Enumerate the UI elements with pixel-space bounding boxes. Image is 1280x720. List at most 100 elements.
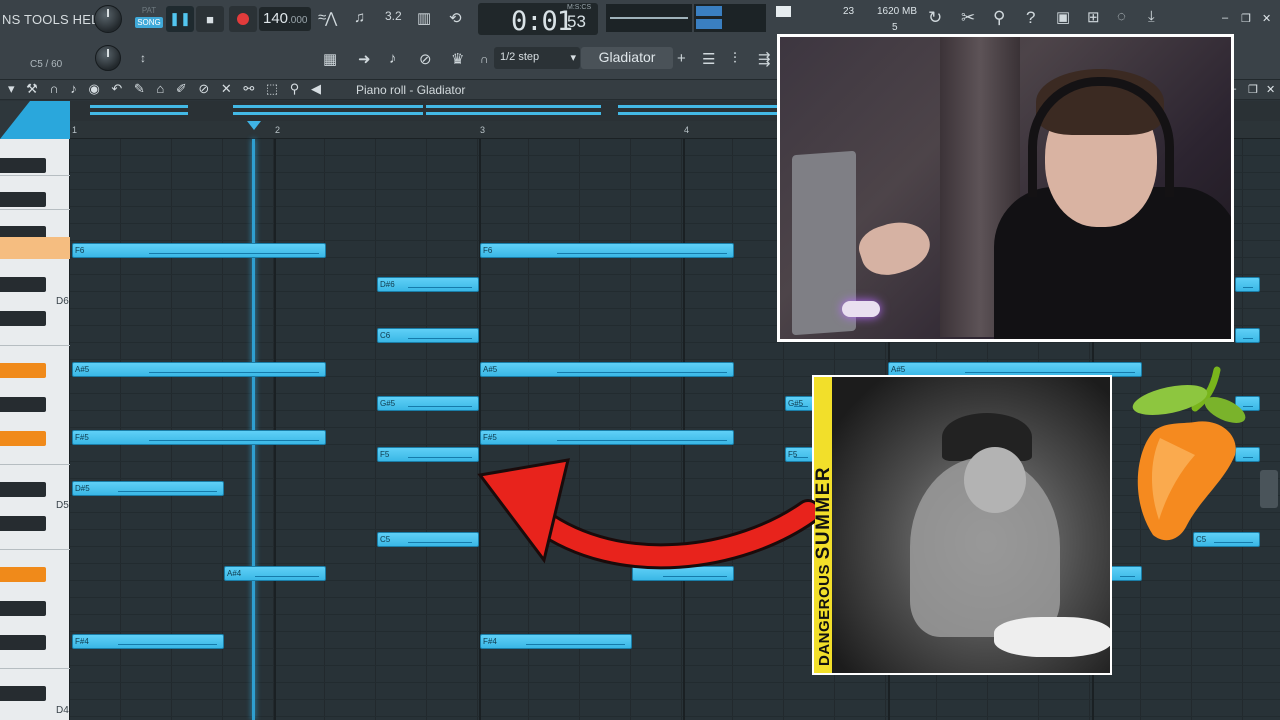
record-icon — [237, 13, 249, 25]
master-volume-knob[interactable] — [94, 5, 122, 33]
note-unlabeled[interactable] — [1235, 328, 1260, 343]
key-divider — [0, 345, 70, 346]
pencil-icon[interactable]: ♪ — [389, 50, 397, 67]
play-button[interactable]: ❚❚ — [166, 6, 194, 32]
vertical-scrollbar[interactable] — [1260, 470, 1278, 508]
master-pitch-knob[interactable] — [95, 45, 121, 71]
add-pattern-button[interactable]: + — [677, 50, 686, 67]
minimize-icon[interactable]: – — [1222, 12, 1228, 24]
meter-left — [696, 6, 722, 16]
black-key-a#4[interactable] — [0, 567, 46, 582]
overview-notes — [233, 112, 423, 115]
overview-notes — [233, 105, 423, 108]
note[interactable]: G#5 — [377, 396, 479, 411]
mixer-icon[interactable]: ⇶ — [758, 50, 771, 68]
pattern-selector[interactable]: Gladiator — [581, 47, 673, 69]
black-key-a#5[interactable] — [0, 363, 46, 378]
note[interactable]: A#5 — [480, 362, 734, 377]
download-icon[interactable]: ⤓ — [1148, 8, 1155, 25]
tempo-display[interactable]: 140.000 — [259, 7, 311, 31]
black-key[interactable] — [0, 516, 46, 531]
slider-icon[interactable]: ↕ — [140, 51, 146, 65]
note[interactable]: F#4 — [480, 634, 632, 649]
black-key[interactable] — [0, 397, 46, 412]
snap-icon[interactable]: ▦ — [323, 50, 337, 68]
album-figure-head — [964, 447, 1026, 513]
playhead-marker[interactable] — [247, 121, 261, 130]
close-icon[interactable]: ✕ — [1262, 12, 1271, 25]
album-title-line1: DANGEROUS — [816, 563, 833, 666]
stop-button[interactable]: ■ — [196, 6, 224, 32]
note-unlabeled[interactable] — [1235, 277, 1260, 292]
playlist-icon[interactable]: ☰ — [702, 50, 715, 68]
black-key[interactable] — [0, 601, 46, 616]
octave-label-d5: D5 — [56, 500, 69, 511]
black-key[interactable] — [0, 635, 46, 650]
waveform-line — [610, 17, 688, 19]
mic-icon[interactable]: ⚲ — [993, 8, 1005, 28]
help-icon[interactable]: ? — [1026, 8, 1035, 28]
overview-notes — [618, 112, 778, 115]
black-key[interactable] — [0, 158, 46, 173]
undo-icon[interactable]: ↻ — [928, 8, 942, 28]
note[interactable]: F6 — [480, 243, 734, 258]
note[interactable]: F#4 — [72, 634, 224, 649]
pat-song-toggle[interactable]: PAT SONG — [135, 6, 163, 36]
fl-studio-logo-icon — [1132, 366, 1246, 541]
pr-maximize-icon[interactable]: ❐ — [1248, 83, 1258, 96]
note[interactable]: A#5 — [72, 362, 326, 377]
note[interactable]: F6 — [72, 243, 326, 258]
black-key[interactable] — [0, 277, 46, 292]
menu-bar[interactable]: NS TOOLS HELP — [2, 12, 107, 27]
note-readout: C5 / 60 — [30, 59, 63, 70]
piano-keyboard[interactable]: D6 D5 D4 — [0, 139, 70, 720]
cut-icon[interactable]: ✂ — [961, 8, 975, 28]
render-icon[interactable]: ⊞ — [1087, 8, 1100, 26]
chat-icon[interactable]: ◌ — [1117, 8, 1126, 25]
album-table — [994, 617, 1110, 657]
key-divider — [0, 175, 70, 176]
note[interactable]: F#5 — [480, 430, 734, 445]
note[interactable]: C5 — [377, 532, 479, 547]
black-key-f#5[interactable] — [0, 431, 46, 446]
loop-record-icon[interactable]: ⟲ — [449, 9, 462, 27]
pr-close-icon[interactable]: ✕ — [1266, 83, 1275, 96]
note[interactable]: G#5 — [785, 396, 815, 411]
note[interactable]: D#6 — [377, 277, 479, 292]
song-label: SONG — [135, 17, 163, 28]
note[interactable]: F#5 — [72, 430, 326, 445]
tempo-fraction: .000 — [288, 15, 308, 26]
metronome-icon[interactable]: ⋀ — [325, 9, 337, 27]
link-icon[interactable]: ⊘ — [419, 50, 432, 68]
time-centiseconds: 53 — [567, 12, 586, 31]
wait-record-icon[interactable]: ♫ — [354, 9, 365, 26]
black-key[interactable] — [0, 192, 46, 207]
maximize-icon[interactable]: ❐ — [1241, 12, 1251, 25]
black-key[interactable] — [0, 482, 46, 497]
black-key[interactable] — [0, 686, 46, 701]
black-key[interactable] — [0, 311, 46, 326]
oscilloscope — [606, 4, 692, 32]
note[interactable]: D#5 — [72, 481, 224, 496]
white-key-f6[interactable] — [0, 237, 70, 259]
record-button[interactable] — [229, 6, 257, 32]
note[interactable]: F5 — [377, 447, 479, 462]
snap-select[interactable]: 1/2 step ▾ — [494, 47, 580, 69]
note[interactable]: A#4 — [224, 566, 326, 581]
step-edit-icon[interactable]: ▥ — [417, 9, 431, 27]
octave-label-d6: D6 — [56, 296, 69, 307]
magnet-icon[interactable]: ∩ — [480, 52, 489, 66]
time-format-label: M:S:CS — [567, 4, 592, 11]
arrow-right-icon[interactable]: ➜ — [358, 50, 371, 68]
piano-roll-tools[interactable]: ▾ ⚒ ∩ ♪ ◉ ↶ ✎ ⌂ ✐ ⊘ ✕ ⚯ ⬚ ⚲ ◀ — [8, 81, 325, 97]
piano-roll-title[interactable]: Piano roll - Gladiator — [356, 83, 465, 97]
countdown-icon[interactable]: 3.2 — [385, 9, 402, 23]
tempo-value: 140 — [263, 10, 289, 27]
note-unlabeled[interactable] — [1110, 566, 1142, 581]
stamp-icon[interactable]: ♛ — [451, 50, 464, 68]
album-title: DANGEROUS SUMMER — [814, 390, 835, 666]
fl-studio-window: NS TOOLS HELP PAT SONG ❚❚ ■ 140.000 ≈ ⋀ … — [0, 0, 1280, 720]
channel-rack-icon[interactable]: ⫶ — [733, 50, 737, 67]
note[interactable]: C6 — [377, 328, 479, 343]
save-icon[interactable]: ▣ — [1056, 8, 1070, 26]
